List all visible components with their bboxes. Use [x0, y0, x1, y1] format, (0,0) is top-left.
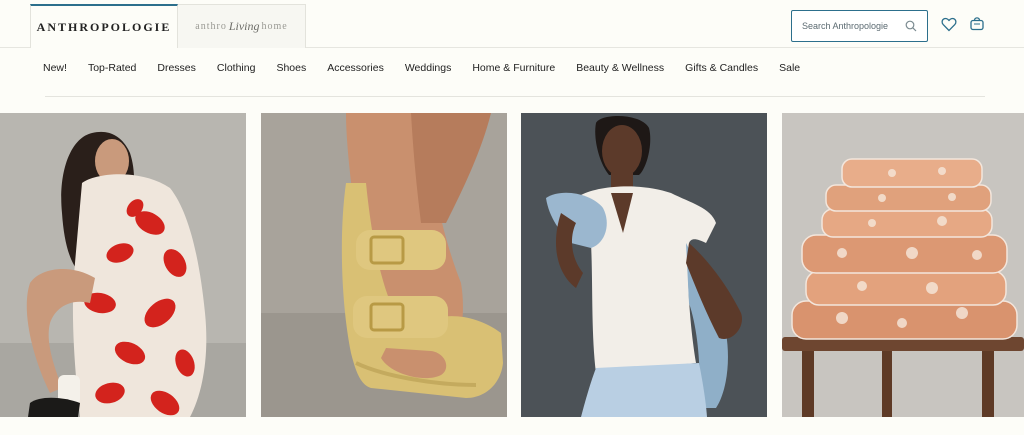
nav-item-accessories[interactable]: Accessories: [327, 62, 384, 74]
home-tab-prefix: anthro: [195, 21, 227, 32]
towels-image: [782, 113, 1024, 417]
nav-item-gifts-candles[interactable]: Gifts & Candles: [685, 62, 758, 74]
brand-tab-anthro-living-home[interactable]: anthro Living home: [178, 4, 306, 48]
home-tab-script: Living: [228, 19, 260, 33]
dress-model-image: [0, 113, 246, 417]
search-icon[interactable]: [905, 20, 917, 32]
nav-item-dresses[interactable]: Dresses: [157, 62, 196, 74]
product-tile-towels[interactable]: [782, 113, 1024, 417]
nav-item-beauty-wellness[interactable]: Beauty & Wellness: [576, 62, 664, 74]
nav-item-top-rated[interactable]: Top-Rated: [88, 62, 136, 74]
product-tile-dress[interactable]: [0, 113, 246, 417]
nav-item-clothing[interactable]: Clothing: [217, 62, 256, 74]
brand-logo: ANTHROPOLOGIE: [36, 19, 172, 34]
divider: [45, 96, 985, 97]
blouse-model-image: [521, 113, 767, 417]
nav-item-new[interactable]: New!: [43, 62, 67, 74]
shopping-bag-icon[interactable]: [969, 15, 985, 31]
search-input[interactable]: [802, 21, 902, 31]
sandals-image: [261, 113, 507, 417]
nav-item-weddings[interactable]: Weddings: [405, 62, 452, 74]
brand-tab-anthropologie[interactable]: ANTHROPOLOGIE: [30, 4, 178, 48]
heart-icon[interactable]: [941, 17, 957, 32]
nav-item-shoes[interactable]: Shoes: [276, 62, 306, 74]
product-tile-sandals[interactable]: [261, 113, 507, 417]
product-tile-blouse[interactable]: [521, 113, 767, 417]
home-tab-suffix: home: [261, 21, 288, 32]
main-nav: New! Top-Rated Dresses Clothing Shoes Ac…: [0, 49, 1024, 87]
nav-item-home-furniture[interactable]: Home & Furniture: [472, 62, 555, 74]
search-box[interactable]: [791, 10, 928, 42]
nav-item-sale[interactable]: Sale: [779, 62, 800, 74]
header-bar: ANTHROPOLOGIE anthro Living home: [0, 0, 1024, 48]
